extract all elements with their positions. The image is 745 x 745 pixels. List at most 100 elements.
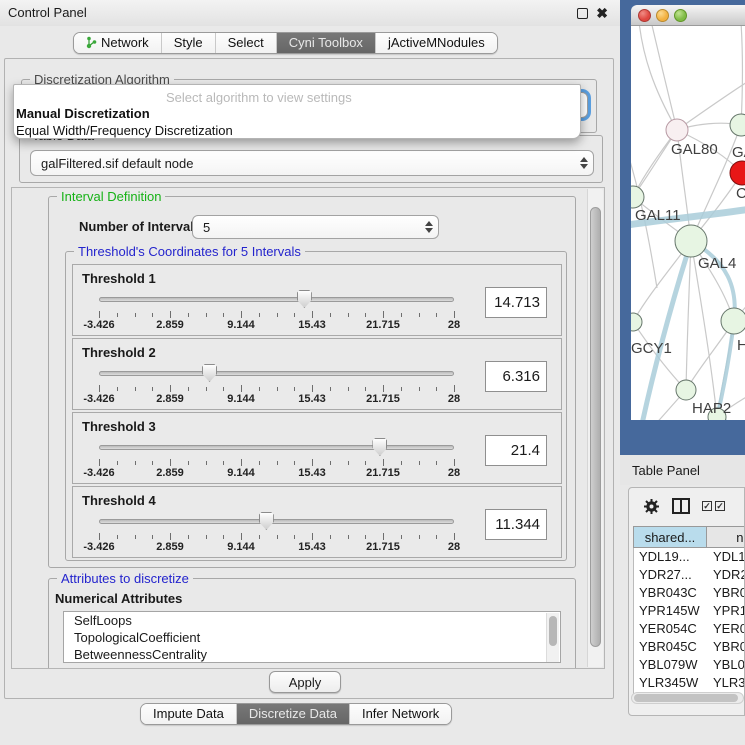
tab-label: Cyni Toolbox xyxy=(289,35,363,50)
network-node[interactable] xyxy=(730,114,745,136)
vertical-scrollbar[interactable] xyxy=(587,189,603,667)
slider-track[interactable] xyxy=(99,297,454,302)
panel-title: Control Panel xyxy=(8,5,87,20)
tab-impute-data[interactable]: Impute Data xyxy=(141,704,237,724)
cell-name: YDR2 xyxy=(708,566,745,584)
network-node[interactable] xyxy=(730,161,745,185)
table-row[interactable]: YBR043CYBR0 xyxy=(634,584,745,602)
algorithm-dropdown-popup: Select algorithm to view settings Manual… xyxy=(13,84,581,139)
apply-button[interactable]: Apply xyxy=(269,671,341,693)
network-node-label: HAP2 xyxy=(692,400,731,417)
table-row[interactable]: YPR145WYPR1 xyxy=(634,602,745,620)
tab-infer-network[interactable]: Infer Network xyxy=(350,704,451,724)
cell-name: YBL0 xyxy=(708,656,745,674)
slider-tick-labels: -3.4262.8599.14415.4321.71528 xyxy=(99,393,454,405)
thresholds-group: Threshold's Coordinates for 5 Intervals … xyxy=(65,251,567,561)
table-row[interactable]: YER054CYER0 xyxy=(634,620,745,638)
tab-discretize-data[interactable]: Discretize Data xyxy=(237,704,350,724)
split-columns-icon[interactable] xyxy=(672,498,690,514)
slider-track[interactable] xyxy=(99,445,454,450)
table-data-group: Table Data galFiltered.sif default node xyxy=(19,135,603,183)
table-row[interactable]: YDR27...YDR2 xyxy=(634,566,745,584)
column-header-shared-name[interactable]: shared... xyxy=(633,526,707,548)
checkbox-icon[interactable]: ✓ xyxy=(702,501,712,511)
tab-select[interactable]: Select xyxy=(216,33,277,53)
cell-name: YER0 xyxy=(708,620,745,638)
algorithm-option-equal-width[interactable]: Equal Width/Frequency Discretization xyxy=(16,123,233,138)
network-icon xyxy=(86,36,97,49)
gear-icon[interactable] xyxy=(643,498,660,515)
cell-shared-name: YBR043C xyxy=(634,584,708,602)
algorithm-option-manual[interactable]: Manual Discretization xyxy=(16,106,150,121)
attributes-scrollbar[interactable] xyxy=(546,613,559,663)
close-traffic-light-icon[interactable] xyxy=(638,9,651,22)
slider-ticks xyxy=(99,459,454,467)
checkbox-icon[interactable]: ✓ xyxy=(715,501,725,511)
threshold-label: Threshold 1 xyxy=(82,271,156,286)
threshold-value-field[interactable]: 14.713 xyxy=(485,287,547,318)
threshold-value-field[interactable]: 11.344 xyxy=(485,509,547,540)
slider-tick-labels: -3.4262.8599.14415.4321.71528 xyxy=(99,319,454,331)
tab-style[interactable]: Style xyxy=(162,33,216,53)
numerical-attributes-label: Numerical Attributes xyxy=(55,591,182,606)
tab-cyni-toolbox[interactable]: Cyni Toolbox xyxy=(277,33,376,53)
attribute-item-selfloops[interactable]: SelfLoops xyxy=(64,612,560,629)
network-edge[interactable] xyxy=(639,26,677,130)
table-data-combobox[interactable]: galFiltered.sif default node xyxy=(30,150,594,176)
cell-shared-name: YDR27... xyxy=(634,566,708,584)
tab-jactivemnodules[interactable]: jActiveMNodules xyxy=(376,33,497,53)
network-node[interactable] xyxy=(721,308,745,334)
horizontal-scrollbar[interactable] xyxy=(631,692,744,704)
combo-stepper-icon[interactable] xyxy=(575,157,593,169)
settings-scrollpane: Interval Definition Number of Intervals … xyxy=(11,187,605,669)
network-edge[interactable] xyxy=(651,26,677,130)
network-view-canvas[interactable]: GAL80GACGAL11GAL4GCY1HHAP2 xyxy=(631,26,745,420)
scrollbar-thumb[interactable] xyxy=(590,207,601,647)
network-node[interactable] xyxy=(675,225,707,257)
node-table: shared... name YDL19...YDL1YDR27...YDR2Y… xyxy=(633,526,745,688)
float-window-icon[interactable] xyxy=(577,8,588,19)
network-window-titlebar[interactable] xyxy=(631,5,745,26)
table-row[interactable]: YLR345WYLR3 xyxy=(634,674,745,692)
cell-name: YPR1 xyxy=(708,602,745,620)
table-row[interactable]: YBL079WYBL0 xyxy=(634,656,745,674)
network-node-label: GAL4 xyxy=(698,255,736,272)
slider-tick-labels: -3.4262.8599.14415.4321.71528 xyxy=(99,541,454,553)
attribute-item-betweennesscentrality[interactable]: BetweennessCentrality xyxy=(64,646,560,663)
tab-network[interactable]: Network xyxy=(74,33,162,53)
slider-track[interactable] xyxy=(99,519,454,524)
network-node[interactable] xyxy=(666,119,688,141)
threshold-value-field[interactable]: 21.4 xyxy=(485,435,547,466)
slider-handle[interactable] xyxy=(372,438,387,456)
column-header-name[interactable]: name xyxy=(707,526,745,548)
slider-track[interactable] xyxy=(99,371,454,376)
cell-name: YDL1 xyxy=(708,548,745,566)
slider-handle[interactable] xyxy=(297,290,312,308)
network-graph: GAL80GACGAL11GAL4GCY1HHAP2 xyxy=(631,26,745,420)
table-panel-header: Table Panel xyxy=(620,455,745,485)
attribute-item-topologicalcoefficient[interactable]: TopologicalCoefficient xyxy=(64,629,560,646)
cell-name: YBR0 xyxy=(708,638,745,656)
cell-shared-name: YDL19... xyxy=(634,548,708,566)
table-data-value: galFiltered.sif default node xyxy=(31,156,575,171)
minimize-traffic-light-icon[interactable] xyxy=(656,9,669,22)
combo-stepper-icon[interactable] xyxy=(420,221,438,233)
slider-handle[interactable] xyxy=(202,364,217,382)
attributes-group: Attributes to discretize Numerical Attri… xyxy=(48,578,576,669)
network-node[interactable] xyxy=(676,380,696,400)
slider-ticks xyxy=(99,385,454,393)
number-of-intervals-combobox[interactable]: 5 xyxy=(192,215,439,239)
slider-handle[interactable] xyxy=(259,512,274,530)
threshold-value-field[interactable]: 6.316 xyxy=(485,361,547,392)
table-row[interactable]: YDL19...YDL1 xyxy=(634,548,745,566)
numerical-attributes-list: SelfLoopsTopologicalCoefficientBetweenne… xyxy=(63,611,561,663)
group-title: Attributes to discretize xyxy=(57,571,193,586)
network-edge[interactable] xyxy=(741,26,743,125)
scrollbar-thumb[interactable] xyxy=(634,694,738,702)
zoom-traffic-light-icon[interactable] xyxy=(674,9,687,22)
close-icon[interactable]: ✖ xyxy=(596,6,608,20)
tab-label: Style xyxy=(174,35,203,50)
scrollbar-thumb[interactable] xyxy=(549,616,557,646)
table-row[interactable]: YBR045CYBR0 xyxy=(634,638,745,656)
network-node[interactable] xyxy=(631,313,642,331)
